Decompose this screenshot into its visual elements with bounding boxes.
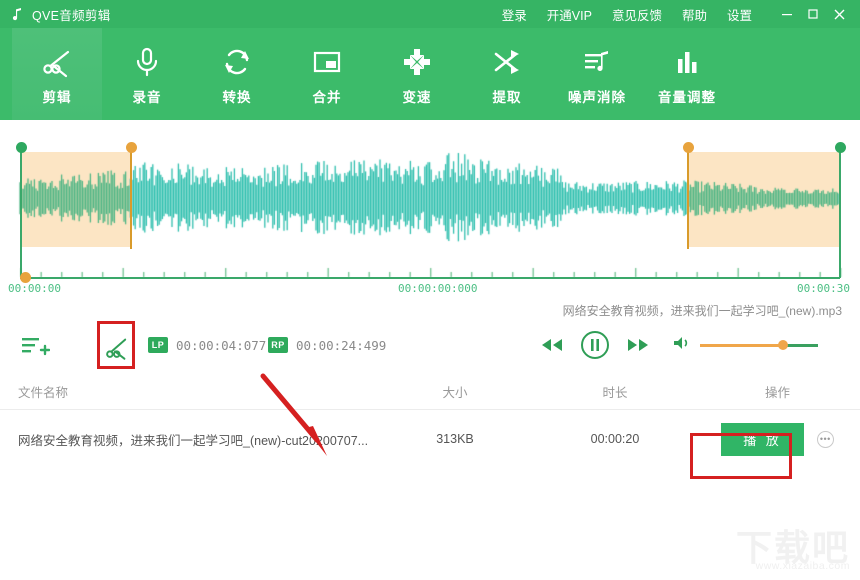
volume-slider[interactable] [700,340,818,350]
now-playing-filename: 网络安全教育视频，进来我们一起学习吧_(new).mp3 [562,304,842,318]
window-controls [774,1,860,27]
time-current: 00:00:00:000 [398,282,478,295]
refresh-icon [220,42,254,82]
selection-start-marker-right[interactable] [682,142,694,249]
cell-file-size: 313KB [436,432,474,446]
cell-file-duration: 00:00:20 [590,432,640,446]
timeline-baseline [20,277,840,279]
menu-item-feedback[interactable]: 意见反馈 [602,5,672,24]
file-table: 文件名称 大小 时长 操作 网络安全教育视频，进来我们一起学习吧_(new)-c… [0,374,860,468]
microphone-icon [130,42,164,82]
marker-handle-dot[interactable] [15,142,27,153]
left-point-group: LP 00:00:04:077 [148,337,266,353]
menu-item-settings[interactable]: 设置 [717,5,762,24]
waveform-inner [0,120,860,283]
merge-icon [310,42,344,82]
table-header-row: 文件名称 大小 时长 操作 [0,374,860,410]
menu-item-login[interactable]: 登录 [492,5,537,24]
app-brand: QVE音频剪辑 [0,5,111,24]
tool-record[interactable]: 录音 [102,28,192,120]
main-toolbar: 剪辑 录音 转换 合并 变速 提取 噪声消除 音量调整 [0,28,860,120]
noise-remove-icon [580,42,614,82]
time-start: 00:00:00 [8,282,61,295]
volume-bars-icon [670,42,704,82]
left-point-time: 00:00:04:077 [176,337,267,353]
tool-convert-label: 转换 [222,90,252,105]
tool-merge-label: 合并 [312,90,342,105]
tool-clip-label: 剪辑 [42,90,72,105]
selection-end-marker-left[interactable] [125,142,137,249]
watermark: 下载吧 www.xiazaiba.com [736,530,850,573]
minimize-icon[interactable] [774,1,800,27]
add-to-list-icon[interactable] [22,334,51,363]
tool-volume-adjust-label: 音量调整 [658,90,716,105]
tool-extract-label: 提取 [492,90,522,105]
column-header-name: 文件名称 [18,386,69,400]
marker-handle-dot[interactable] [682,142,694,153]
tool-record-label: 录音 [132,90,162,105]
tool-noise-remove-label: 噪声消除 [568,90,626,105]
column-header-action: 操作 [764,386,790,400]
tool-clip[interactable]: 剪辑 [12,28,102,120]
shuffle-icon [490,42,524,82]
volume-control [672,335,818,356]
volume-slider-knob[interactable] [777,340,788,350]
tool-noise-remove[interactable]: 噪声消除 [552,28,642,120]
cut-button[interactable] [99,328,133,368]
tool-extract[interactable]: 提取 [462,28,552,120]
menu-item-help[interactable]: 帮助 [672,5,717,24]
edit-control-row: 网络安全教育视频，进来我们一起学习吧_(new).mp3 LP 00:00:04… [0,302,860,374]
close-icon[interactable] [826,1,852,27]
waveform-area[interactable] [0,120,860,283]
table-row[interactable]: 网络安全教育视频，进来我们一起学习吧_(new)-cut20200707... … [0,410,860,468]
right-point-time: 00:00:24:499 [296,337,387,353]
fast-forward-icon[interactable] [626,337,650,353]
tool-convert[interactable]: 转换 [192,28,282,120]
player-controls [540,330,818,360]
pause-circle-icon[interactable] [580,330,610,360]
speed-icon [400,42,434,82]
cell-file-name: 网络安全教育视频，进来我们一起学习吧_(new)-cut20200707... [18,433,369,448]
title-bar-menu: 登录 开通VIP 意见反馈 帮助 设置 [492,1,860,27]
scissors-icon [40,42,74,82]
maximize-icon[interactable] [800,1,826,27]
tool-volume-adjust[interactable]: 音量调整 [642,28,732,120]
tool-speed[interactable]: 变速 [372,28,462,120]
time-end: 00:00:30 [797,282,850,295]
tool-speed-label: 变速 [402,90,432,105]
selection-end-marker-right[interactable] [834,142,846,278]
marker-handle-dot[interactable] [834,142,846,153]
marker-handle-dot[interactable] [125,142,137,153]
volume-slider-fill [700,343,783,347]
right-point-badge[interactable]: RP [268,337,288,353]
app-title: QVE音频剪辑 [32,8,111,23]
time-ruler: 00:00:00 00:00:00:000 00:00:30 [0,280,860,302]
left-point-badge[interactable]: LP [148,337,168,353]
cell-actions: 播 放 ••• [695,422,860,456]
rewind-icon[interactable] [540,337,564,353]
column-header-size: 大小 [442,386,468,400]
volume-slider-rest [782,343,818,347]
more-options-icon[interactable]: ••• [816,430,834,448]
column-header-duration: 时长 [602,386,628,400]
menu-item-open-vip[interactable]: 开通VIP [537,5,602,24]
speaker-icon[interactable] [672,335,690,356]
music-note-icon [10,6,26,22]
tool-merge[interactable]: 合并 [282,28,372,120]
selection-start-marker-left[interactable] [15,142,27,278]
play-button[interactable]: 播 放 [721,422,804,456]
right-point-group: RP 00:00:24:499 [268,337,386,353]
title-bar: QVE音频剪辑 登录 开通VIP 意见反馈 帮助 设置 [0,0,860,28]
